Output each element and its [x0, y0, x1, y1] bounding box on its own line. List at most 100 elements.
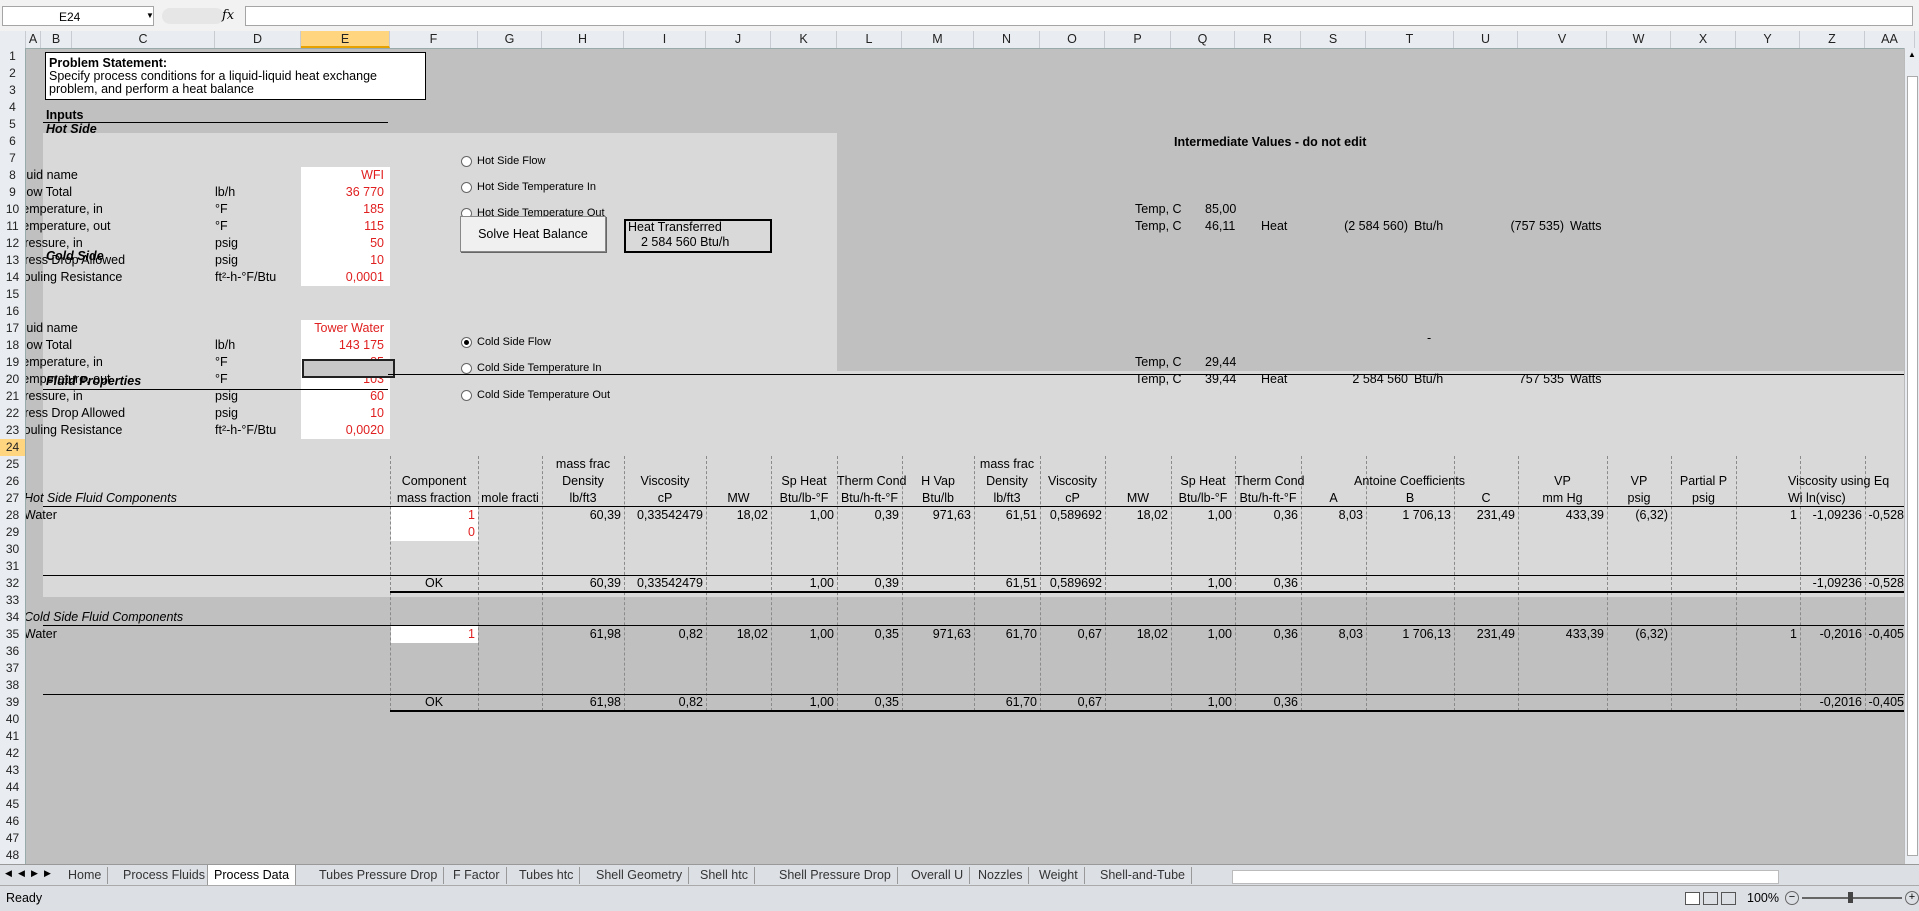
column-header-j[interactable]: J: [706, 31, 771, 48]
column-header-g[interactable]: G: [478, 31, 542, 48]
sheet-tab-f-factor[interactable]: F Factor: [447, 867, 507, 884]
row-header-7[interactable]: 7: [0, 150, 25, 167]
function-icon[interactable]: fx: [222, 6, 238, 26]
column-header-v[interactable]: V: [1518, 31, 1607, 48]
row-header-28[interactable]: 28: [0, 507, 25, 524]
formula-input[interactable]: [245, 6, 1913, 26]
hot-radio-1[interactable]: [461, 182, 472, 193]
row-header-17[interactable]: 17: [0, 320, 25, 337]
row-header-11[interactable]: 11: [0, 218, 25, 235]
column-header-h[interactable]: H: [542, 31, 624, 48]
hot_rows-value[interactable]: 185: [363, 201, 384, 218]
solve-heat-balance-button[interactable]: Solve Heat Balance: [460, 216, 606, 252]
row-header-1[interactable]: 1: [0, 48, 25, 65]
sheet-tab-shell-pressure-drop[interactable]: Shell Pressure Drop: [773, 867, 898, 884]
column-header-k[interactable]: K: [771, 31, 837, 48]
sheet-tab-shell-geometry[interactable]: Shell Geometry: [590, 867, 690, 884]
hot_rows-value[interactable]: WFI: [361, 167, 384, 184]
prop-f[interactable]: 1: [468, 626, 475, 643]
hot-radio-0[interactable]: [461, 156, 472, 167]
vertical-scrollbar[interactable]: ▲: [1904, 48, 1919, 864]
hot_rows-value[interactable]: 50: [370, 235, 384, 252]
row-header-48[interactable]: 48: [0, 847, 25, 864]
row-header-13[interactable]: 13: [0, 252, 25, 269]
row-header-14[interactable]: 14: [0, 269, 25, 286]
hot-radio-label-1[interactable]: Hot Side Temperature In: [477, 181, 596, 194]
sheet-tab-nozzles[interactable]: Nozzles: [972, 867, 1030, 884]
row-header-12[interactable]: 12: [0, 235, 25, 252]
column-header-n[interactable]: N: [974, 31, 1040, 48]
row-header-43[interactable]: 43: [0, 762, 25, 779]
row-header-6[interactable]: 6: [0, 133, 25, 150]
column-header-o[interactable]: O: [1040, 31, 1105, 48]
row-header-27[interactable]: 27: [0, 490, 25, 507]
hot_rows-value[interactable]: 10: [370, 252, 384, 269]
name-box[interactable]: E24: [2, 6, 154, 26]
sheet-tab-tubes-pressure-drop[interactable]: Tubes Pressure Drop: [313, 867, 445, 884]
column-header-q[interactable]: Q: [1171, 31, 1235, 48]
row-header-5[interactable]: 5: [0, 116, 25, 133]
row-header-15[interactable]: 15: [0, 286, 25, 303]
scroll-up-icon[interactable]: ▲: [1908, 50, 1916, 59]
sheet-grid[interactable]: Problem Statement: Specify process condi…: [26, 48, 1904, 864]
row-header-3[interactable]: 3: [0, 82, 25, 99]
column-header-aa[interactable]: AA: [1865, 31, 1915, 48]
column-header-r[interactable]: R: [1235, 31, 1301, 48]
sheet-tab-overall-u[interactable]: Overall U: [905, 867, 971, 884]
cold_rows-value[interactable]: 143 175: [339, 337, 384, 354]
row-header-47[interactable]: 47: [0, 830, 25, 847]
cold-radio-label-0[interactable]: Cold Side Flow: [477, 336, 551, 349]
row-header-35[interactable]: 35: [0, 626, 25, 643]
column-header-l[interactable]: L: [837, 31, 902, 48]
horizontal-scrollbar[interactable]: [1232, 870, 1779, 884]
column-header-d[interactable]: D: [215, 31, 301, 48]
row-header-42[interactable]: 42: [0, 745, 25, 762]
column-header-w[interactable]: W: [1607, 31, 1671, 48]
hot_rows-value[interactable]: 0,0001: [346, 269, 384, 286]
row-header-20[interactable]: 20: [0, 371, 25, 388]
row-header-38[interactable]: 38: [0, 677, 25, 694]
row-header-26[interactable]: 26: [0, 473, 25, 490]
column-header-f[interactable]: F: [390, 31, 478, 48]
scroll-thumb[interactable]: [1907, 76, 1918, 856]
row-header-34[interactable]: 34: [0, 609, 25, 626]
row-header-33[interactable]: 33: [0, 592, 25, 609]
row-header-21[interactable]: 21: [0, 388, 25, 405]
row-header-30[interactable]: 30: [0, 541, 25, 558]
zoom-in-icon[interactable]: +: [1905, 891, 1919, 905]
row-header-41[interactable]: 41: [0, 728, 25, 745]
sheet-tab-shell-htc[interactable]: Shell htc: [694, 867, 755, 884]
row-header-36[interactable]: 36: [0, 643, 25, 660]
sheet-tab-home[interactable]: Home: [62, 867, 109, 884]
row-header-29[interactable]: 29: [0, 524, 25, 541]
mass-fraction-cell[interactable]: [391, 626, 478, 643]
page-break-view-icon[interactable]: [1721, 892, 1736, 905]
column-header-s[interactable]: S: [1301, 31, 1366, 48]
row-header-45[interactable]: 45: [0, 796, 25, 813]
row-header-19[interactable]: 19: [0, 354, 25, 371]
tab-scroll-first-icon[interactable]: ◀: [5, 868, 12, 879]
cold-radio-1[interactable]: [461, 363, 472, 374]
row-header-10[interactable]: 10: [0, 201, 25, 218]
column-header-m[interactable]: M: [902, 31, 974, 48]
row-header-18[interactable]: 18: [0, 337, 25, 354]
mass-fraction-cell[interactable]: [391, 524, 478, 541]
column-header-c[interactable]: C: [72, 31, 215, 48]
column-header-b[interactable]: B: [41, 31, 72, 48]
column-header-e[interactable]: E: [301, 31, 390, 48]
sheet-tab-weight[interactable]: Weight: [1033, 867, 1085, 884]
column-header-p[interactable]: P: [1105, 31, 1171, 48]
row-header-4[interactable]: 4: [0, 99, 25, 116]
cold_rows-value[interactable]: 0,0020: [346, 422, 384, 439]
sheet-tab-process-data[interactable]: Process Data: [207, 865, 297, 886]
row-header-25[interactable]: 25: [0, 456, 25, 473]
row-header-39[interactable]: 39: [0, 694, 25, 711]
zoom-out-icon[interactable]: −: [1785, 891, 1799, 905]
prop-f[interactable]: 0: [468, 524, 475, 541]
row-header-24[interactable]: 24: [0, 439, 25, 456]
row-header-44[interactable]: 44: [0, 779, 25, 796]
column-header-i[interactable]: I: [624, 31, 706, 48]
row-header-2[interactable]: 2: [0, 65, 25, 82]
row-header-32[interactable]: 32: [0, 575, 25, 592]
page-layout-view-icon[interactable]: [1703, 892, 1718, 905]
